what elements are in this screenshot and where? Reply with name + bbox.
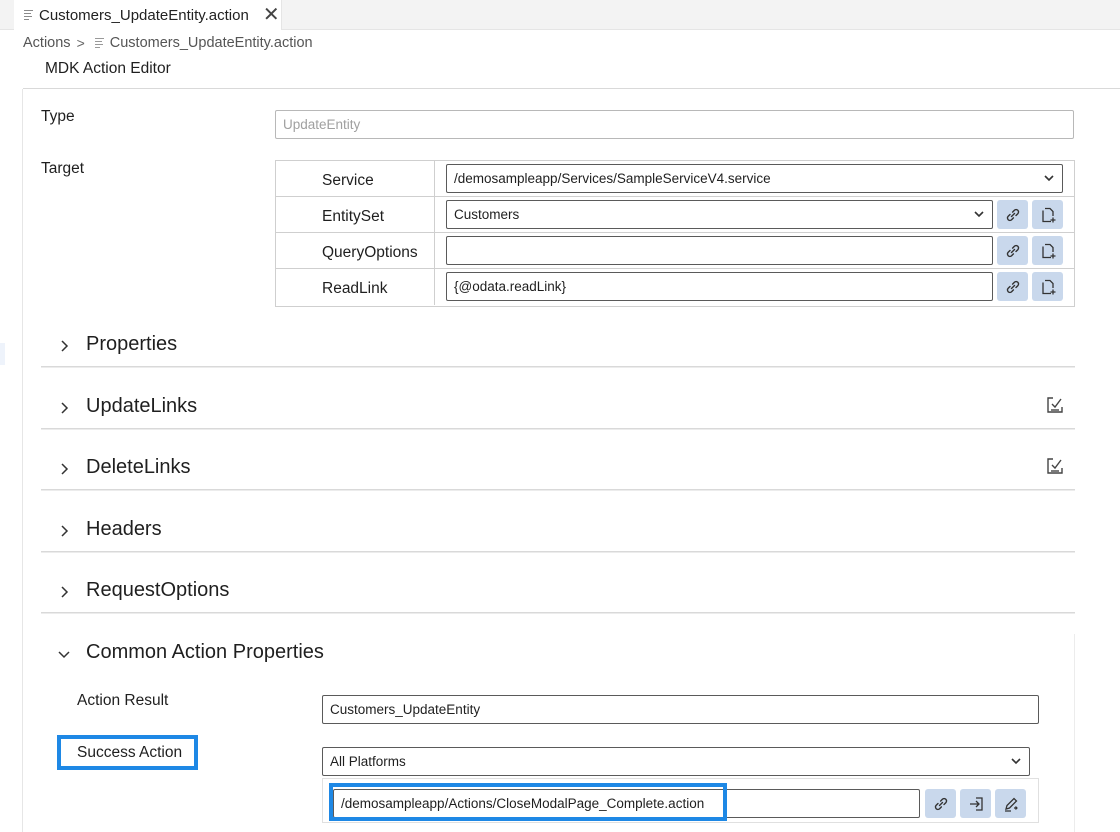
chevron-right-icon — [61, 586, 69, 598]
section-title: RequestOptions — [86, 579, 230, 601]
link-icon — [934, 797, 947, 810]
section-headers[interactable]: Headers — [41, 510, 1075, 552]
editor-title: MDK Action Editor — [45, 60, 171, 77]
breadcrumb-root[interactable]: Actions — [23, 35, 71, 51]
bind-link-button[interactable] — [997, 236, 1028, 265]
open-action-button[interactable] — [960, 789, 991, 818]
target-row-readlink: ReadLink {@odata.readLink} — [276, 269, 1074, 305]
breadcrumb-separator: > — [76, 35, 85, 51]
type-field: UpdateEntity — [275, 110, 1074, 139]
bind-link-button[interactable] — [997, 200, 1028, 229]
divider — [22, 89, 23, 832]
entityset-value: Customers — [454, 207, 520, 222]
link-icon — [1006, 208, 1019, 221]
bind-link-button[interactable] — [925, 789, 956, 818]
close-icon[interactable]: ✕ — [263, 5, 280, 25]
divider — [23, 88, 1120, 89]
link-icon — [1006, 244, 1019, 257]
create-new-button[interactable] — [1032, 236, 1063, 265]
service-select[interactable]: /demosampleapp/Services/SampleServiceV4.… — [446, 164, 1063, 193]
tab-customers-update-entity[interactable]: Customers_UpdateEntity.action ✕ — [14, 0, 282, 30]
section-common-action-properties[interactable]: Common Action Properties — [41, 633, 1075, 675]
chevron-down-icon — [1011, 758, 1021, 765]
type-label: Type — [41, 108, 75, 125]
editor-tab-bar: Customers_UpdateEntity.action ✕ — [0, 0, 1120, 30]
section-request-options[interactable]: RequestOptions — [41, 571, 1075, 613]
section-title: Headers — [86, 518, 162, 540]
tab-label: Customers_UpdateEntity.action — [39, 6, 249, 24]
readlink-input[interactable]: {@odata.readLink} — [446, 272, 993, 301]
edit-action-button[interactable] — [995, 789, 1026, 818]
platform-value: All Platforms — [330, 754, 406, 769]
chevron-down-icon — [974, 211, 984, 218]
chevron-right-icon — [61, 402, 69, 414]
target-table: Service /demosampleapp/Services/SampleSe… — [275, 160, 1075, 307]
section-update-links[interactable]: UpdateLinks — [41, 387, 1075, 429]
platform-select[interactable]: All Platforms — [322, 747, 1030, 776]
new-file-icon — [1041, 279, 1055, 294]
section-delete-links[interactable]: DeleteLinks — [41, 448, 1075, 490]
success-action-label: Success Action — [57, 735, 198, 770]
link-icon — [1006, 280, 1019, 293]
queryoptions-label: QueryOptions — [276, 233, 435, 268]
divider — [1074, 634, 1075, 832]
target-row-service: Service /demosampleapp/Services/SampleSe… — [276, 161, 1074, 197]
readlink-label: ReadLink — [276, 269, 435, 305]
checklist-icon[interactable] — [1045, 456, 1065, 476]
bind-link-button[interactable] — [997, 272, 1028, 301]
file-icon — [94, 38, 104, 48]
action-result-label: Action Result — [77, 692, 169, 709]
pen-icon — [1004, 797, 1018, 812]
target-label: Target — [41, 160, 85, 177]
section-title: Properties — [86, 333, 178, 355]
breadcrumb: Actions > Customers_UpdateEntity.action — [23, 33, 313, 53]
target-row-queryoptions: QueryOptions — [276, 233, 1074, 269]
chevron-right-icon — [61, 340, 69, 352]
queryoptions-input[interactable] — [446, 236, 993, 265]
chevron-right-icon — [61, 525, 69, 537]
service-value: /demosampleapp/Services/SampleServiceV4.… — [454, 171, 771, 186]
section-title: UpdateLinks — [86, 395, 198, 417]
chevron-right-icon — [61, 463, 69, 475]
new-file-icon — [1041, 243, 1055, 258]
create-new-button[interactable] — [1032, 200, 1063, 229]
action-result-input[interactable]: Customers_UpdateEntity — [322, 695, 1039, 724]
success-action-input[interactable]: /demosampleapp/Actions/CloseModalPage_Co… — [333, 789, 920, 818]
gutter-marker — [0, 343, 5, 365]
section-title: Common Action Properties — [86, 641, 324, 663]
entityset-select[interactable]: Customers — [446, 200, 993, 229]
entityset-label: EntitySet — [276, 197, 435, 232]
service-label: Service — [276, 161, 435, 196]
chevron-down-icon — [58, 651, 70, 659]
create-new-button[interactable] — [1032, 272, 1063, 301]
target-row-entityset: EntitySet Customers — [276, 197, 1074, 233]
new-file-icon — [1041, 207, 1055, 222]
section-title: DeleteLinks — [86, 456, 191, 478]
section-properties[interactable]: Properties — [41, 325, 1075, 367]
checklist-icon[interactable] — [1045, 395, 1065, 415]
breadcrumb-file[interactable]: Customers_UpdateEntity.action — [110, 35, 313, 51]
enter-icon — [969, 796, 983, 811]
file-icon — [24, 10, 33, 20]
chevron-down-icon — [1044, 175, 1054, 182]
